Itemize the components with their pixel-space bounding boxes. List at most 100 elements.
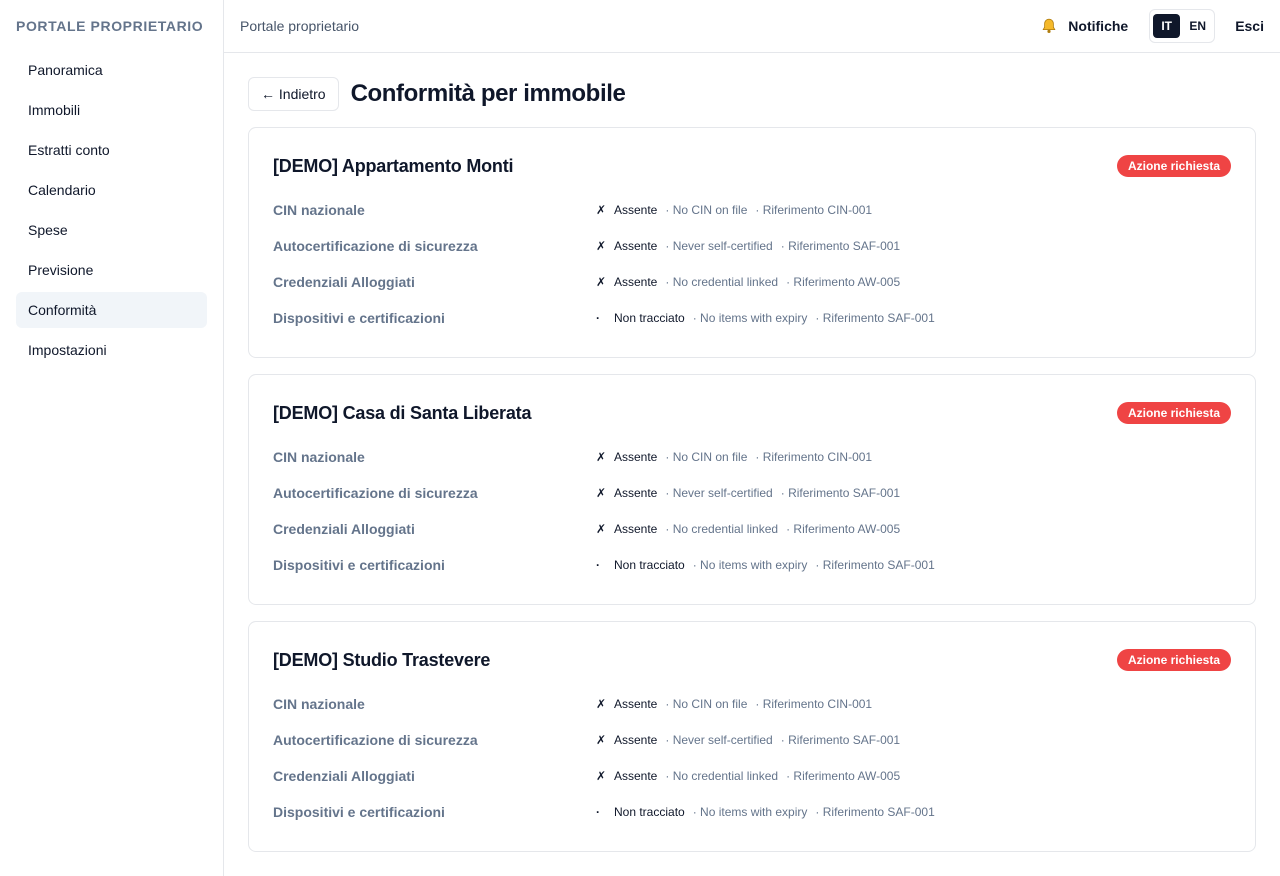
notifications-label: Notifiche xyxy=(1068,18,1129,34)
row-value: ✗ Assente · No credential linked · Rifer… xyxy=(596,275,900,289)
status-text: Assente xyxy=(614,769,658,783)
status-text: Assente xyxy=(614,203,658,217)
page-content: ← Indietro Conformità per immobile [DEMO… xyxy=(224,53,1280,868)
status-detail: · No items with expiry xyxy=(692,805,808,819)
reference-text: · Riferimento AW-005 xyxy=(786,769,901,783)
app-root: PORTALE PROPRIETARIO Panoramica Immobili… xyxy=(0,0,1280,876)
status-text: Assente xyxy=(614,522,658,536)
row-label: Credenziali Alloggiati xyxy=(273,521,415,537)
row-label: Autocertificazione di sicurezza xyxy=(273,238,478,254)
status-badge: Azione richiesta xyxy=(1116,402,1231,424)
cross-icon: ✗ xyxy=(596,697,607,711)
cross-icon: ✗ xyxy=(596,486,607,500)
status-text: Assente xyxy=(614,450,658,464)
status-detail: · No credential linked xyxy=(665,522,779,536)
row-value: ✗ Assente · No CIN on file · Riferimento… xyxy=(596,450,872,464)
compliance-row: Credenziali Alloggiati ✗ Assente · No cr… xyxy=(273,511,1231,547)
property-card: [DEMO] Appartamento Monti Azione richies… xyxy=(248,127,1256,358)
row-label: Credenziali Alloggiati xyxy=(273,768,415,784)
sidebar-item-conformita[interactable]: Conformità xyxy=(16,292,207,328)
lang-en-button[interactable]: EN xyxy=(1184,14,1211,38)
row-value: · Non tracciato · No items with expiry ·… xyxy=(596,805,935,819)
sidebar-item-impostazioni[interactable]: Impostazioni xyxy=(16,332,207,368)
sidebar: PORTALE PROPRIETARIO Panoramica Immobili… xyxy=(0,0,224,876)
status-badge: Azione richiesta xyxy=(1116,649,1231,671)
logout-button[interactable]: Esci xyxy=(1235,18,1264,34)
status-text: Assente xyxy=(614,697,658,711)
compliance-row: Autocertificazione di sicurezza ✗ Assent… xyxy=(273,228,1231,264)
property-name: [DEMO] Studio Trastevere xyxy=(273,649,491,670)
status-detail: · No items with expiry xyxy=(692,558,808,572)
row-label: Autocertificazione di sicurezza xyxy=(273,732,478,748)
sidebar-item-previsione[interactable]: Previsione xyxy=(16,252,207,288)
compliance-row: CIN nazionale ✗ Assente · No CIN on file… xyxy=(273,192,1231,228)
sidebar-item-spese[interactable]: Spese xyxy=(16,212,207,248)
compliance-row: Autocertificazione di sicurezza ✗ Assent… xyxy=(273,475,1231,511)
compliance-row: Dispositivi e certificazioni · Non tracc… xyxy=(273,547,1231,583)
status-text: Non tracciato xyxy=(614,558,685,572)
reference-text: · Riferimento SAF-001 xyxy=(780,733,901,747)
row-value: ✗ Assente · Never self-certified · Rifer… xyxy=(596,239,900,253)
dot-icon: · xyxy=(596,311,600,325)
status-text: Assente xyxy=(614,733,658,747)
property-name: [DEMO] Casa di Santa Liberata xyxy=(273,402,532,423)
card-header: [DEMO] Casa di Santa Liberata Azione ric… xyxy=(273,399,1231,427)
lang-it-button[interactable]: IT xyxy=(1153,14,1181,38)
status-detail: · Never self-certified xyxy=(665,733,773,747)
row-label: Dispositivi e certificazioni xyxy=(273,310,445,326)
cross-icon: ✗ xyxy=(596,239,607,253)
bell-icon xyxy=(1040,17,1058,35)
status-detail: · Never self-certified xyxy=(665,486,773,500)
status-badge: Azione richiesta xyxy=(1116,155,1231,177)
row-value: ✗ Assente · No credential linked · Rifer… xyxy=(596,522,900,536)
reference-text: · Riferimento SAF-001 xyxy=(815,311,935,325)
row-value: · Non tracciato · No items with expiry ·… xyxy=(596,311,935,325)
compliance-row: CIN nazionale ✗ Assente · No CIN on file… xyxy=(273,439,1231,475)
status-text: Assente xyxy=(614,239,658,253)
row-value: ✗ Assente · Never self-certified · Rifer… xyxy=(596,486,900,500)
sidebar-item-calendario[interactable]: Calendario xyxy=(16,172,207,208)
status-detail: · No CIN on file xyxy=(665,697,748,711)
row-value: ✗ Assente · No CIN on file · Riferimento… xyxy=(596,203,872,217)
row-label: Dispositivi e certificazioni xyxy=(273,557,445,573)
compliance-row: Credenziali Alloggiati ✗ Assente · No cr… xyxy=(273,758,1231,794)
row-label: Dispositivi e certificazioni xyxy=(273,804,445,820)
top-bar: Portale proprietario Notifiche IT EN Esc… xyxy=(224,0,1280,53)
status-detail: · No credential linked xyxy=(665,275,779,289)
row-value: · Non tracciato · No items with expiry ·… xyxy=(596,558,935,572)
property-name: [DEMO] Appartamento Monti xyxy=(273,155,514,176)
property-card: [DEMO] Casa di Santa Liberata Azione ric… xyxy=(248,374,1256,605)
status-text: Assente xyxy=(614,486,658,500)
notifications-button[interactable]: Notifiche xyxy=(1040,17,1128,35)
status-detail: · No CIN on file xyxy=(665,450,748,464)
dot-icon: · xyxy=(596,558,600,572)
reference-text: · Riferimento CIN-001 xyxy=(755,450,873,464)
compliance-row: Dispositivi e certificazioni · Non tracc… xyxy=(273,794,1231,830)
reference-text: · Riferimento CIN-001 xyxy=(755,697,873,711)
dot-icon: · xyxy=(596,805,600,819)
sidebar-item-panoramica[interactable]: Panoramica xyxy=(16,52,207,88)
main-area: Portale proprietario Notifiche IT EN Esc… xyxy=(224,0,1280,876)
status-detail: · Never self-certified xyxy=(665,239,773,253)
status-text: Non tracciato xyxy=(614,805,685,819)
property-card: [DEMO] Studio Trastevere Azione richiest… xyxy=(248,621,1256,852)
back-button[interactable]: ← Indietro xyxy=(248,77,339,111)
compliance-row: Dispositivi e certificazioni · Non tracc… xyxy=(273,300,1231,336)
page-title: Conformità per immobile xyxy=(350,80,626,107)
row-value: ✗ Assente · No credential linked · Rifer… xyxy=(596,769,900,783)
sidebar-item-immobili[interactable]: Immobili xyxy=(16,92,207,128)
row-label: Autocertificazione di sicurezza xyxy=(273,485,478,501)
page-header: ← Indietro Conformità per immobile xyxy=(248,77,1256,111)
reference-text: · Riferimento SAF-001 xyxy=(780,486,901,500)
status-detail: · No credential linked xyxy=(665,769,779,783)
compliance-row: Autocertificazione di sicurezza ✗ Assent… xyxy=(273,722,1231,758)
cross-icon: ✗ xyxy=(596,733,607,747)
row-value: ✗ Assente · Never self-certified · Rifer… xyxy=(596,733,900,747)
cross-icon: ✗ xyxy=(596,769,607,783)
row-value: ✗ Assente · No CIN on file · Riferimento… xyxy=(596,697,872,711)
brand-title: PORTALE PROPRIETARIO xyxy=(16,18,204,34)
sidebar-item-estratti-conto[interactable]: Estratti conto xyxy=(16,132,207,168)
reference-text: · Riferimento SAF-001 xyxy=(780,239,901,253)
status-detail: · No items with expiry xyxy=(692,311,808,325)
reference-text: · Riferimento AW-005 xyxy=(786,275,901,289)
